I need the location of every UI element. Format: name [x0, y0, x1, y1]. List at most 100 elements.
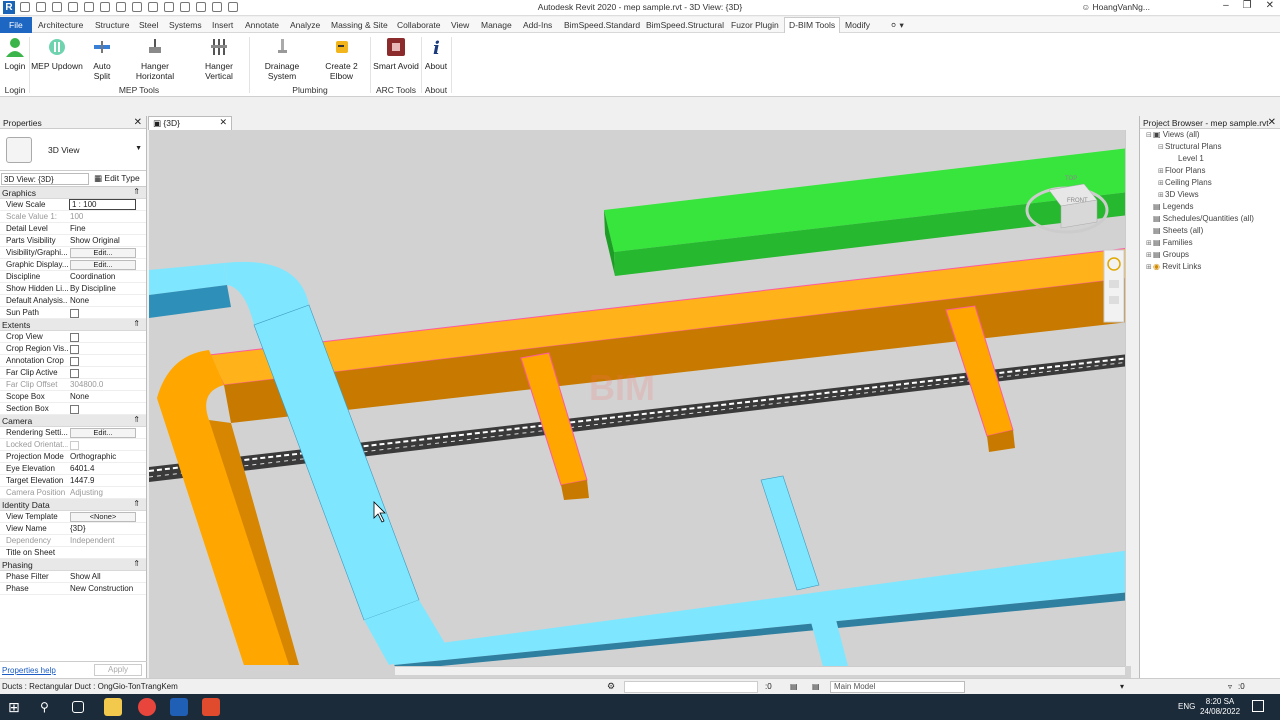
rendering-edit-button[interactable]: Edit... [70, 428, 136, 438]
notifications-icon[interactable] [1252, 700, 1264, 712]
collapse-icon[interactable]: ⇑ [133, 187, 140, 196]
tree-floor-plans[interactable]: ⊞Floor Plans [1158, 166, 1205, 175]
design-option-dropdown[interactable]: Main Model [830, 681, 965, 693]
prop-detail-level[interactable]: Detail Level Fine [0, 223, 146, 235]
about-button[interactable]: i About [422, 37, 450, 71]
collapse-icon[interactable]: ⇑ [133, 415, 140, 424]
create-2-elbow-button[interactable]: Create 2 Elbow [314, 37, 369, 81]
save-icon[interactable] [36, 2, 46, 12]
expand-icon[interactable]: ⊞ [1158, 179, 1165, 187]
prop-target-elevation[interactable]: Target Elevation 1447.9 [0, 475, 146, 487]
auto-split-button[interactable]: Auto Split [84, 37, 120, 81]
prop-value[interactable]: 6401.4 [70, 464, 136, 473]
smart-avoid-button[interactable]: Smart Avoid [372, 37, 420, 71]
tab-annotate[interactable]: Annotate [245, 20, 279, 30]
tree-families[interactable]: ⊞▤ Families [1146, 238, 1193, 247]
prop-value[interactable]: Show All [70, 572, 136, 581]
prop-value[interactable]: {3D} [70, 524, 136, 533]
prop-value[interactable]: Coordination [70, 272, 136, 281]
tree-3d-views[interactable]: ⊞3D Views [1158, 190, 1199, 199]
close-icon[interactable]: ✕ [1266, 0, 1274, 11]
prop-value[interactable]: Fine [70, 224, 136, 233]
prop-value[interactable]: 1447.9 [70, 476, 136, 485]
blue-branch[interactable] [760, 475, 820, 591]
3d-viewport[interactable]: BIM TOP FRONT [149, 130, 1131, 678]
close-view-icon[interactable]: ✕ [219, 117, 227, 128]
tab-structure[interactable]: Structure [95, 20, 130, 30]
tree-revit-links[interactable]: ⊞◉ Revit Links [1146, 262, 1201, 271]
expand-icon[interactable]: ⊞ [1146, 239, 1153, 247]
tree-schedules[interactable]: ▤ Schedules/Quantities (all) [1146, 214, 1254, 223]
section-extents[interactable]: Extents ⇑ [0, 319, 146, 331]
section-icon[interactable] [180, 2, 190, 12]
prop-value[interactable]: New Construction [70, 584, 136, 593]
type-dropdown-icon[interactable]: ▼ [135, 145, 142, 152]
thin-lines-icon[interactable] [196, 2, 206, 12]
3d-view-icon[interactable] [164, 2, 174, 12]
vertical-scrollbar[interactable] [1125, 130, 1135, 666]
tab-view[interactable]: View [451, 20, 469, 30]
pan-icon[interactable] [1109, 296, 1119, 304]
tab-analyze[interactable]: Analyze [290, 20, 320, 30]
prop-eye-elevation[interactable]: Eye Elevation 6401.4 [0, 463, 146, 475]
file-explorer-icon[interactable] [104, 698, 122, 716]
section-phasing[interactable]: Phasing ⇑ [0, 559, 146, 571]
horizontal-scrollbar[interactable] [395, 666, 1125, 675]
prop-value[interactable]: None [70, 296, 136, 305]
ribbon-options-icon[interactable]: ⚪ ▾ [890, 20, 904, 31]
revit-logo-icon[interactable]: R [3, 1, 15, 14]
windows-start-icon[interactable]: ⊞ [8, 698, 26, 716]
restore-icon[interactable]: ❐ [1243, 0, 1252, 11]
close-hidden-icon[interactable] [212, 2, 222, 12]
tab-manage[interactable]: Manage [481, 20, 512, 30]
collapse-icon[interactable]: ⇑ [133, 559, 140, 568]
sync-icon[interactable] [52, 2, 62, 12]
visibility-edit-button[interactable]: Edit... [70, 248, 136, 258]
zoom-icon[interactable] [1109, 280, 1119, 288]
prop-value[interactable]: By Discipline [70, 284, 136, 293]
sun-path-checkbox[interactable] [70, 309, 79, 318]
collapse-icon[interactable]: ⇑ [133, 499, 140, 508]
tab-addins[interactable]: Add-Ins [523, 20, 552, 30]
section-identity-data[interactable]: Identity Data ⇑ [0, 499, 146, 511]
revit-taskbar-icon[interactable] [170, 698, 188, 716]
prop-phase-filter[interactable]: Phase Filter Show All [0, 571, 146, 583]
tree-sheets[interactable]: ▤ Sheets (all) [1146, 226, 1203, 235]
language-indicator[interactable]: ENG [1178, 702, 1195, 711]
tree-ceiling-plans[interactable]: ⊞Ceiling Plans [1158, 178, 1212, 187]
prop-default-analysis[interactable]: Default Analysis... None [0, 295, 146, 307]
tab-massing[interactable]: Massing & Site [331, 20, 388, 30]
mep-updown-button[interactable]: MEP Updown [31, 37, 83, 71]
open-icon[interactable] [20, 2, 30, 12]
tab-bimspeed-standard[interactable]: BimSpeed.Standard [564, 20, 640, 30]
view-tab-3d[interactable]: ▣ {3D} ✕ [148, 116, 232, 130]
prop-value[interactable]: Show Original [70, 236, 136, 245]
filter-icon[interactable]: ▿ [1228, 682, 1232, 691]
prop-view-name[interactable]: View Name {3D} [0, 523, 146, 535]
login-button[interactable]: Login [2, 37, 28, 71]
properties-help-link[interactable]: Properties help [2, 666, 56, 675]
selection-filter-icon[interactable]: ▾ [1120, 682, 1124, 691]
tab-architecture[interactable]: Architecture [38, 20, 83, 30]
prop-scope-box[interactable]: Scope Box None [0, 391, 146, 403]
edit-type-button[interactable]: ▦ Edit Type [94, 173, 140, 184]
view-scale-input[interactable]: 1 : 100 [69, 199, 136, 210]
expand-icon[interactable]: ⊞ [1146, 251, 1153, 259]
tab-systems[interactable]: Systems [169, 20, 202, 30]
tab-insert[interactable]: Insert [212, 20, 233, 30]
prop-value[interactable]: None [70, 392, 136, 401]
type-selector[interactable]: 3D View ▼ [0, 129, 146, 171]
model-scene[interactable]: BIM TOP FRONT [149, 130, 1131, 678]
measure-icon[interactable] [116, 2, 126, 12]
expand-icon[interactable]: ⊞ [1158, 191, 1165, 199]
prop-title-on-sheet[interactable]: Title on Sheet [0, 547, 146, 559]
redo-icon[interactable] [84, 2, 94, 12]
user-account[interactable]: ☺ HoangVanNg... [1081, 2, 1150, 12]
tab-collaborate[interactable]: Collaborate [397, 20, 440, 30]
worksets-icon[interactable]: ⚙ [607, 681, 615, 692]
system-clock[interactable]: 8:20 SA 24/08/2022 [1200, 697, 1240, 717]
switch-windows-icon[interactable] [228, 2, 238, 12]
hanger-vertical-button[interactable]: Hanger Vertical [190, 37, 248, 81]
tree-level-1[interactable]: Level 1 [1178, 154, 1204, 163]
crop-region-checkbox[interactable] [70, 345, 79, 354]
